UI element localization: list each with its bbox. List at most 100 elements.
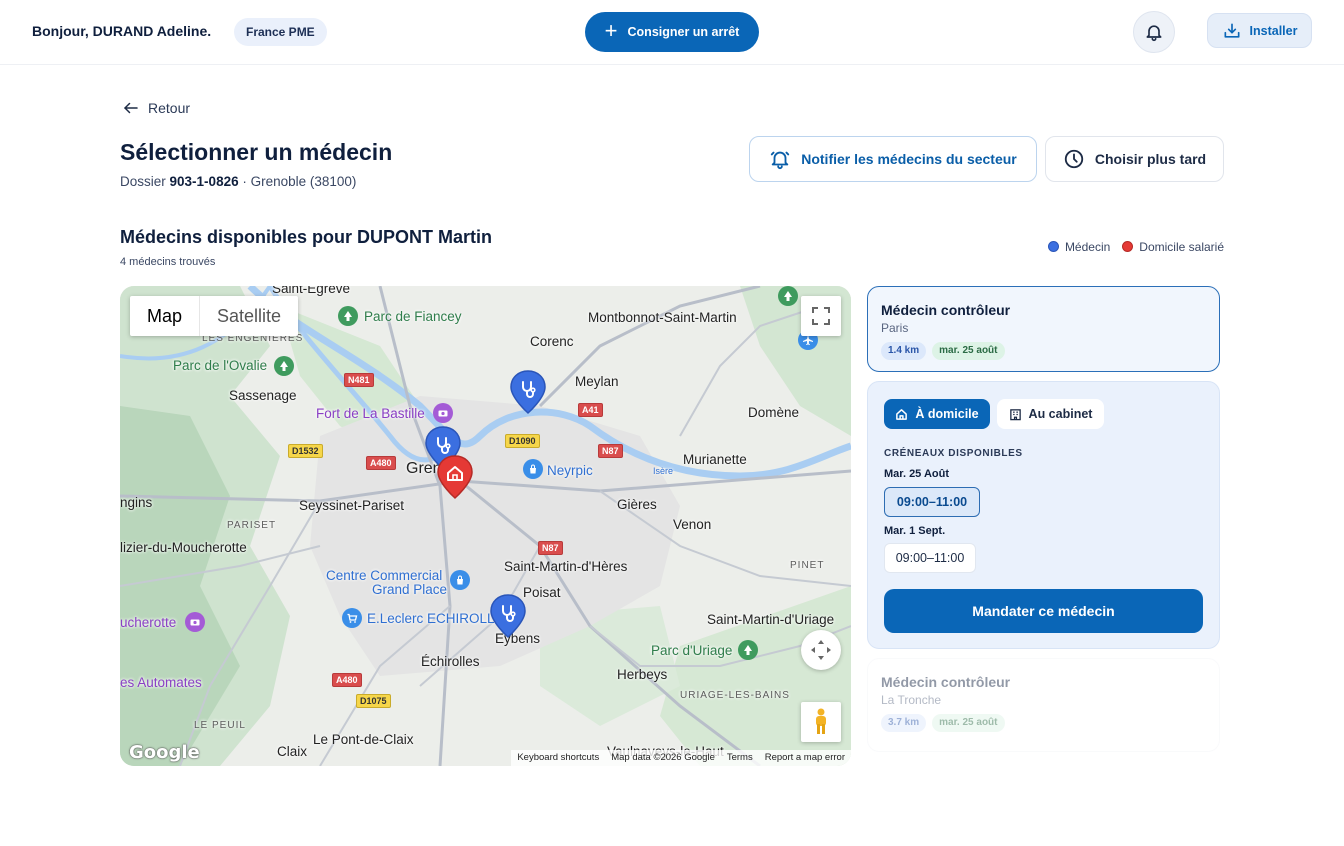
- map-label: Venon: [673, 517, 712, 532]
- camera-icon[interactable]: [185, 612, 205, 632]
- doctor-city: Paris: [881, 321, 909, 335]
- slots-title: CRÉNEAUX DISPONIBLES: [884, 448, 1023, 459]
- doctor-pin[interactable]: [488, 593, 528, 639]
- page-title: Sélectionner un médecin: [120, 139, 393, 165]
- date-badge: mar. 25 août: [932, 342, 1005, 360]
- map-label: URIAGE-LES-BAINS: [680, 690, 790, 701]
- time-slot-selected[interactable]: 09:00–11:00: [884, 487, 980, 517]
- mandate-doctor-button[interactable]: Mandater ce médecin: [884, 589, 1203, 633]
- org-chip[interactable]: France PME: [234, 18, 327, 46]
- slot-panel: À domicile Au cabinet CRÉNEAUX DISPONIBL…: [867, 381, 1220, 649]
- legend-doctor-dot: [1047, 241, 1059, 252]
- map-label: Saint-Martin-d'Hères: [504, 559, 628, 574]
- camera-icon[interactable]: [433, 403, 453, 423]
- map-label: Fort de La Bastille: [316, 406, 425, 421]
- doctor-card-selected[interactable]: Médecin contrôleur Paris 1.4 km mar. 25 …: [867, 286, 1220, 372]
- fullscreen-button[interactable]: [801, 296, 841, 336]
- park-icon[interactable]: [338, 306, 358, 326]
- shopping-icon[interactable]: [523, 459, 543, 479]
- map-label: Meylan: [575, 374, 619, 389]
- dossier-number: 903-1-0826: [169, 174, 239, 189]
- road-tag: N87: [538, 541, 563, 555]
- legend-home-label: Domicile salarié: [1139, 240, 1224, 254]
- road-tag: A41: [578, 403, 603, 417]
- time-slot[interactable]: 09:00–11:00: [884, 543, 976, 573]
- clock-icon: [1064, 149, 1084, 169]
- map-label: Poisat: [523, 585, 561, 600]
- back-label: Retour: [148, 100, 191, 116]
- map-label: Échirolles: [421, 654, 480, 669]
- cart-icon[interactable]: [342, 608, 362, 628]
- pegman-icon: [816, 708, 826, 734]
- fullscreen-icon: [812, 307, 830, 325]
- doctor-card[interactable]: Médecin contrôleur La Tronche 3.7 km mar…: [867, 658, 1220, 752]
- map-label: Parc de l'Ovalie: [173, 358, 268, 373]
- consign-stop-label: Consigner un arrêt: [627, 25, 740, 39]
- road-tag: D1075: [356, 694, 391, 708]
- map-type-control: Map Satellite: [130, 296, 299, 336]
- map-label: Saint-Égrève: [272, 286, 351, 296]
- plus-icon: +: [604, 18, 618, 43]
- map-label: Montbonnot-Saint-Martin: [588, 310, 737, 325]
- choose-later-label: Choisir plus tard: [1094, 151, 1207, 167]
- map-label: PARISET: [227, 520, 277, 531]
- doctor-pin[interactable]: [508, 369, 548, 415]
- google-logo: Google: [129, 742, 200, 763]
- legend-doctor: Médecin: [1047, 240, 1110, 254]
- doctor-name: Médecin contrôleur: [881, 674, 1011, 690]
- street-view-button[interactable]: [801, 702, 841, 742]
- map-label: es Automates: [120, 675, 202, 690]
- distance-badge: 1.4 km: [881, 342, 927, 360]
- map-label: Parc de Fiancey: [364, 309, 462, 324]
- map-type-map[interactable]: Map: [130, 296, 201, 336]
- dossier-prefix: Dossier: [120, 174, 166, 189]
- doctor-name: Médecin contrôleur: [881, 302, 1011, 318]
- greeting: Bonjour, DURAND Adeline.: [32, 23, 212, 39]
- map-label: Grand Place: [372, 582, 448, 597]
- consign-stop-button[interactable]: + Consigner un arrêt: [585, 12, 759, 52]
- map-label: Le Pont-de-Claix: [313, 732, 414, 747]
- park-icon[interactable]: [778, 286, 798, 306]
- map-label: Parc d'Uriage: [651, 643, 733, 658]
- map-label: Claix: [277, 744, 308, 759]
- map-label: LE PEUIL: [194, 720, 246, 731]
- map-type-satellite[interactable]: Satellite: [200, 296, 298, 336]
- mode-office-button[interactable]: Au cabinet: [997, 399, 1104, 429]
- camera-control-button[interactable]: [801, 630, 841, 670]
- map-label: lizier-du-Moucherotte: [120, 540, 247, 555]
- map[interactable]: Saint-Égrève Parc de Fiancey Montbonnot-…: [120, 286, 851, 766]
- report-error-link[interactable]: Report a map error: [765, 750, 845, 766]
- doctor-tags: 1.4 km mar. 25 août: [881, 342, 1005, 360]
- legend-home-dot: [1122, 241, 1134, 252]
- map-label: Sassenage: [229, 388, 297, 403]
- home-pin[interactable]: [435, 454, 475, 500]
- map-label: Gières: [617, 497, 657, 512]
- dossier-info: Dossier 903-1-0826 · Grenoble (38100): [120, 174, 356, 189]
- bell-ring-icon: [771, 151, 790, 170]
- map-legend: Médecin Domicile salarié: [1047, 240, 1224, 254]
- home-icon: [896, 408, 908, 420]
- map-attribution: Keyboard shortcuts Map data ©2026 Google…: [511, 750, 851, 766]
- terms-link[interactable]: Terms: [727, 750, 753, 766]
- park-icon[interactable]: [738, 640, 758, 660]
- road-tag: D1090: [505, 434, 540, 448]
- notify-doctors-button[interactable]: Notifier les médecins du secteur: [749, 136, 1037, 182]
- back-link[interactable]: Retour: [122, 99, 190, 117]
- map-label: Saint-Martin-d'Uriage: [707, 612, 835, 627]
- day-label: Mar. 1 Sept.: [884, 525, 946, 537]
- distance-badge: 3.7 km: [881, 714, 927, 732]
- building-icon: [1009, 408, 1021, 420]
- keyboard-shortcuts-link[interactable]: Keyboard shortcuts: [517, 750, 599, 766]
- park-icon[interactable]: [274, 356, 294, 376]
- mode-home-button[interactable]: À domicile: [884, 399, 990, 429]
- day-label: Mar. 25 Août: [884, 468, 949, 480]
- map-label: ngins: [120, 495, 153, 510]
- map-label: Neyrpic: [547, 463, 593, 478]
- install-button[interactable]: Installer: [1207, 13, 1312, 48]
- map-data-text: Map data ©2026 Google: [611, 752, 715, 763]
- notifications-button[interactable]: [1133, 11, 1175, 53]
- road-tag: N87: [598, 444, 623, 458]
- choose-later-button[interactable]: Choisir plus tard: [1045, 136, 1224, 182]
- shopping-icon[interactable]: [450, 570, 470, 590]
- date-badge: mar. 25 août: [932, 714, 1005, 732]
